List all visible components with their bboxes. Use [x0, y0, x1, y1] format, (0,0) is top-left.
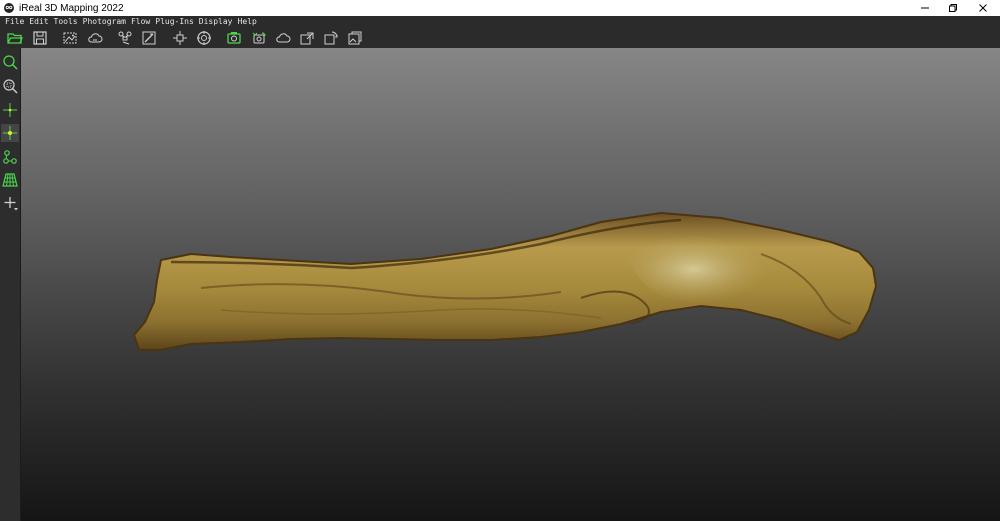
camera-sync-icon: [252, 32, 266, 44]
minimize-button[interactable]: [910, 0, 940, 16]
menu-help[interactable]: Help: [238, 16, 257, 27]
restore-icon: [949, 4, 957, 12]
drone-icon: [118, 31, 132, 45]
grid-icon: [2, 173, 18, 187]
target-button[interactable]: [195, 29, 213, 47]
image-select-icon: [63, 32, 77, 44]
cloud-icon: [88, 33, 103, 43]
menu-photogram[interactable]: Photogram: [83, 16, 126, 27]
3d-viewport[interactable]: [21, 48, 1000, 521]
drone-button[interactable]: [116, 29, 134, 47]
add-menu-button[interactable]: [1, 194, 19, 212]
network-icon: [3, 150, 17, 164]
align-icon: [173, 31, 187, 45]
close-button[interactable]: [968, 0, 998, 16]
menu-plug-ins[interactable]: Plug-Ins: [155, 16, 194, 27]
open-button[interactable]: [6, 29, 24, 47]
target-icon: [197, 31, 211, 45]
folder-open-icon: [7, 33, 23, 44]
menu-file[interactable]: File: [5, 16, 24, 27]
cloud-button[interactable]: [86, 29, 104, 47]
save-button[interactable]: [31, 29, 49, 47]
crosshair-button[interactable]: [1, 101, 19, 119]
title-bar: iReal 3D Mapping 2022: [0, 0, 1000, 16]
edit-icon: [142, 31, 156, 45]
model-texture-button[interactable]: [346, 29, 364, 47]
3d-model-view: [132, 211, 878, 351]
menu-display[interactable]: Display: [199, 16, 233, 27]
model-sync-button[interactable]: [322, 29, 340, 47]
restore-button[interactable]: [938, 0, 968, 16]
window-title: iReal 3D Mapping 2022: [19, 2, 124, 14]
model-export-icon: [300, 32, 314, 45]
crosshair-icon: [3, 103, 17, 117]
toolbar: [0, 27, 1000, 49]
menu-edit[interactable]: Edit: [29, 16, 48, 27]
close-icon: [979, 4, 987, 12]
green-camera-button[interactable]: [225, 29, 243, 47]
grid-button[interactable]: [1, 171, 19, 189]
menu-flow[interactable]: Flow: [131, 16, 150, 27]
menu-bar: File Edit Tools Photogram Flow Plug-Ins …: [0, 16, 1000, 27]
model-texture-icon: [348, 31, 362, 45]
save-icon: [33, 31, 47, 45]
model-sync-icon: [324, 31, 338, 45]
camera-sync-button[interactable]: [250, 29, 268, 47]
cloud-outline-button[interactable]: [274, 29, 292, 47]
green-camera-icon: [227, 32, 241, 44]
menu-tools[interactable]: Tools: [54, 16, 78, 27]
zoom-fit-button[interactable]: [1, 77, 19, 95]
image-select-button[interactable]: [61, 29, 79, 47]
crosshair-point-button[interactable]: [1, 124, 19, 142]
zoom-icon: [3, 55, 18, 70]
zoom-fit-icon: [3, 79, 18, 94]
app-logo-icon: [4, 3, 14, 13]
add-menu-icon: [4, 197, 18, 211]
crosshair-point-icon: [3, 126, 17, 140]
align-button[interactable]: [171, 29, 189, 47]
cloud-outline-icon: [276, 33, 291, 43]
edit-button[interactable]: [140, 29, 158, 47]
zoom-button[interactable]: [1, 53, 19, 71]
minimize-icon: [921, 7, 929, 9]
left-tool-panel: [0, 48, 21, 521]
model-export-button[interactable]: [298, 29, 316, 47]
network-button[interactable]: [1, 148, 19, 166]
